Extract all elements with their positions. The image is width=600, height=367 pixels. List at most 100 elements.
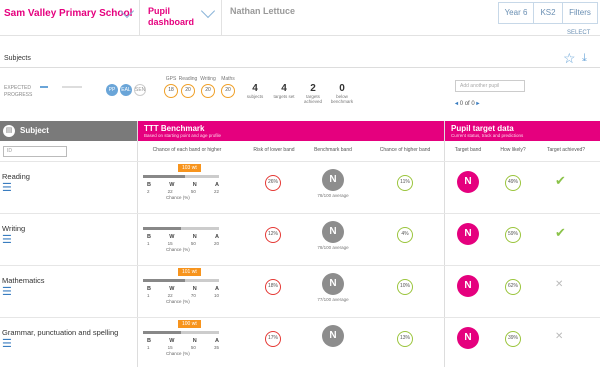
subject-header-title: Subject	[20, 126, 49, 135]
pupil-target-header-title: Pupil target data	[451, 124, 514, 133]
top-bar: Sam Valley Primary School Pupil dashboar…	[0, 0, 600, 36]
col-risk: Risk of lower band	[253, 147, 295, 153]
stat-subjects: 4 subjects	[240, 83, 270, 99]
likelihood: 59%	[505, 227, 521, 243]
score-badge: 101 wt	[178, 268, 201, 276]
stat-label: subjects	[246, 94, 264, 99]
maths-label: Maths	[221, 76, 235, 82]
band-chances: 1 15 50 35	[147, 345, 219, 350]
band-w-value: 22	[167, 189, 173, 194]
year-button[interactable]: Year 6	[498, 2, 534, 24]
legend-bar	[40, 86, 48, 88]
stat-label: targets achieved	[303, 94, 322, 104]
band-n-value: 50	[190, 241, 196, 246]
band-a-value: 20	[213, 241, 219, 246]
sen-pill[interactable]: SEN	[134, 84, 146, 96]
score-badge: 103 wt	[178, 164, 201, 172]
benchmark-caption: 78/100 average	[317, 245, 349, 250]
legend-bar	[62, 86, 82, 88]
higher-chance: 4%	[397, 227, 413, 243]
band-letters: BWNA	[147, 286, 219, 292]
col-higher: Chance of higher band	[379, 147, 431, 153]
writing-label: Writing	[200, 76, 216, 82]
writing-score: Writing 20	[197, 76, 219, 98]
col-chance: Chance of each band or higher	[152, 147, 222, 153]
stat-targets-set: 4 targets set	[269, 83, 299, 99]
table-row: Mathematics ☰ 101 wt BWNA 1 22 70 10 Cha…	[0, 265, 600, 317]
band-letters: BWNA	[147, 338, 219, 344]
benchmark-band: N	[322, 273, 344, 295]
pager: ◂ 0 of 0 ▸	[455, 100, 479, 107]
stat-value: 2	[310, 83, 316, 94]
target-band[interactable]: N	[457, 275, 479, 297]
band-w-value: 15	[167, 241, 173, 246]
stat-value: 4	[281, 83, 287, 94]
maths-score: Maths 20	[217, 76, 239, 98]
band-letters: BWNA	[147, 234, 219, 240]
pupil-search-input[interactable]: Add another pupil	[455, 80, 525, 92]
likelihood: 49%	[505, 175, 521, 191]
risk-value: 12%	[265, 227, 281, 243]
band-b-value: 1	[147, 293, 150, 298]
band-b-value: 1	[147, 241, 150, 246]
band-a-value: 10	[213, 293, 219, 298]
gps-value: 18	[164, 84, 178, 98]
risk-value: 26%	[265, 175, 281, 191]
col-likely: How likely?	[500, 147, 526, 153]
col-benchmark: Benchmark band	[314, 147, 352, 153]
benchmark-caption: 78/100 average	[317, 193, 349, 198]
band-n-value: 50	[190, 189, 196, 194]
stat-label: targets set	[273, 94, 295, 99]
key-stage-button[interactable]: KS2	[533, 2, 563, 24]
add-note-icon[interactable]: ☰	[2, 286, 14, 298]
stat-targets-achieved: 2 targets achieved	[298, 83, 328, 104]
next-page-icon[interactable]: ▸	[476, 101, 479, 107]
chevron-down-icon	[200, 3, 216, 19]
band-chances: 1 22 70 10	[147, 293, 219, 298]
benchmark-band: N	[322, 221, 344, 243]
table-row: Reading ☰ 103 wt BWNA 2 22 50 22 Chance …	[0, 161, 600, 213]
risk-value: 17%	[265, 331, 281, 347]
stat-value: 4	[252, 83, 258, 94]
score-badge: 100 wt	[178, 320, 201, 328]
filters-button[interactable]: Filters	[562, 2, 598, 24]
dashboard-selector[interactable]: Pupil dashboard	[140, 0, 222, 36]
subject-header: ▤ Subject	[0, 121, 137, 141]
download-icon[interactable]: ⤓	[582, 51, 587, 65]
school-name: Sam Valley Primary School	[4, 8, 133, 19]
higher-chance: 10%	[397, 279, 413, 295]
pupil-name: Nathan Lettuce	[230, 6, 296, 16]
subject-filter-input[interactable]: ID	[3, 146, 67, 157]
add-note-icon[interactable]: ☰	[2, 182, 14, 194]
select-link[interactable]: SELECT	[567, 30, 590, 36]
tab-subjects[interactable]: Subjects	[4, 55, 31, 62]
target-band[interactable]: N	[457, 327, 479, 349]
chance-fill	[143, 227, 181, 230]
target-band[interactable]: N	[457, 223, 479, 245]
star-icon[interactable]: ☆	[563, 51, 576, 65]
add-note-icon[interactable]: ☰	[2, 338, 14, 350]
band-b-value: 1	[147, 345, 150, 350]
add-note-icon[interactable]: ☰	[2, 234, 14, 246]
ttt-header: TTT Benchmark Based on starting point an…	[138, 121, 444, 141]
eal-pill[interactable]: EAL	[120, 84, 132, 96]
school-selector[interactable]: Sam Valley Primary School	[0, 0, 140, 36]
band-w-value: 22	[167, 293, 173, 298]
chance-fill	[143, 331, 181, 334]
benchmark-band: N	[322, 325, 344, 347]
band-n-value: 70	[190, 293, 196, 298]
prev-page-icon[interactable]: ◂	[455, 101, 458, 107]
stat-below-benchmark: 0 below benchmark	[327, 83, 357, 104]
writing-value: 20	[201, 84, 215, 98]
subject-name: Writing	[2, 224, 26, 233]
higher-chance: 13%	[397, 331, 413, 347]
page-indicator: 0 of 0	[459, 101, 475, 107]
target-band[interactable]: N	[457, 171, 479, 193]
chance-fill	[143, 175, 185, 178]
pp-pill[interactable]: PP	[106, 84, 118, 96]
benchmark-band: N	[322, 169, 344, 191]
stat-label: below benchmark	[330, 94, 354, 104]
band-w-value: 15	[167, 345, 173, 350]
cross-icon: ✕	[555, 331, 564, 342]
maths-value: 20	[221, 84, 235, 98]
